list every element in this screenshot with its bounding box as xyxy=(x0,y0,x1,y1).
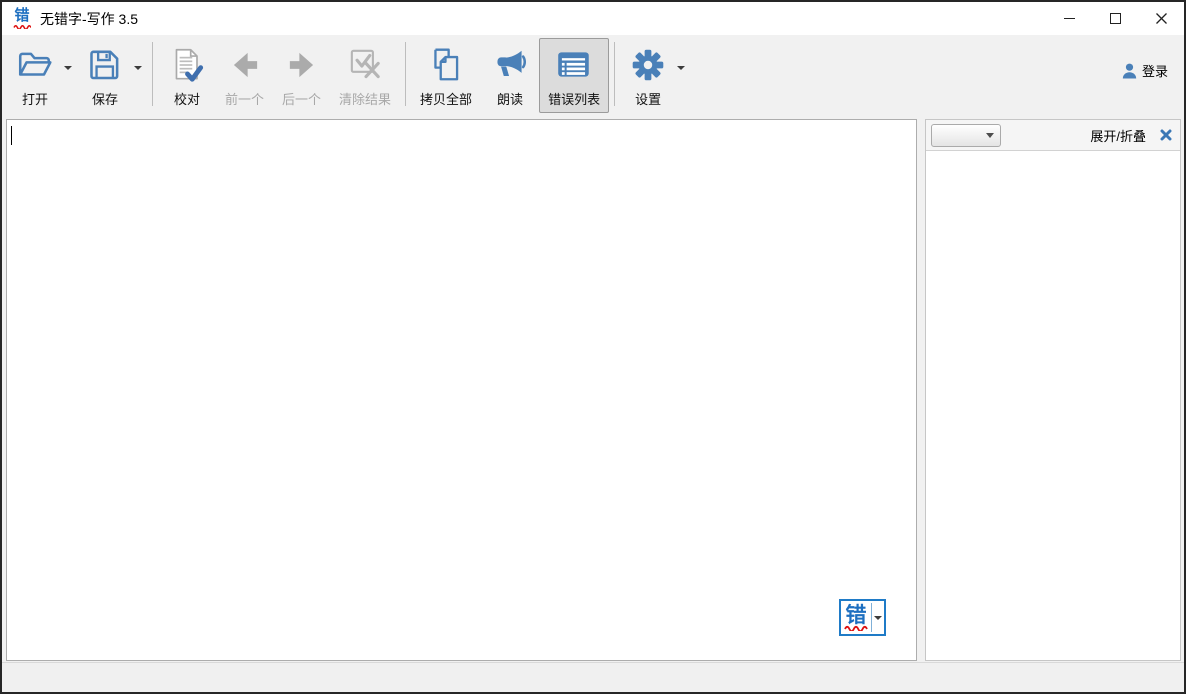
toolbar-button-copy-all[interactable]: 拷贝全部 xyxy=(411,38,481,113)
minimize-icon xyxy=(1063,18,1075,19)
error-list-body xyxy=(926,152,1180,660)
toolbar-separator xyxy=(614,42,616,106)
error-marker-main[interactable]: 错 xyxy=(841,601,871,634)
toolbar-button-error-list[interactable]: 错误列表 xyxy=(539,38,610,113)
toolbar-button-open[interactable]: 打开 xyxy=(7,38,77,113)
chevron-down-icon xyxy=(986,132,994,138)
login-button[interactable]: 登录 xyxy=(1122,61,1168,80)
red-wavy-underline xyxy=(844,625,868,631)
toolbar-button-previous[interactable]: 前一个 xyxy=(216,38,273,113)
red-wavy-underline xyxy=(13,24,31,29)
error-marker-split-button[interactable]: 错 xyxy=(839,599,886,636)
error-type-dropdown[interactable] xyxy=(931,123,1001,147)
editor-text-area[interactable]: 错 xyxy=(6,119,917,661)
window-title: 无错字-写作 3.5 xyxy=(40,10,139,27)
close-icon xyxy=(1155,13,1167,24)
toolbar-separator xyxy=(152,42,153,106)
toolbar-button-save[interactable]: 保存 xyxy=(77,38,147,113)
clear-results-icon xyxy=(350,49,380,79)
save-icon xyxy=(90,50,119,80)
close-icon xyxy=(1160,129,1172,141)
next-arrow-icon xyxy=(289,52,313,78)
minimize-button[interactable] xyxy=(1046,2,1092,35)
maximize-button[interactable] xyxy=(1092,2,1138,35)
error-list-panel: 展开/折叠 xyxy=(925,119,1181,661)
toolbar-separator xyxy=(405,42,407,106)
open-dropdown-arrow-icon[interactable] xyxy=(64,66,72,70)
toolbar: 打开 保存 校对 前一个 后一个 清除结果 拷贝全部 朗读 错误列表 设置 登录 xyxy=(2,35,1184,117)
app-window: 错 无错字-写作 3.5 打开 保存 校对 前一个 后一个 清除结果 拷贝全部 … xyxy=(0,0,1186,694)
title-bar: 错 无错字-写作 3.5 xyxy=(2,2,1184,35)
open-folder-icon xyxy=(18,52,52,76)
window-controls xyxy=(1046,2,1184,35)
maximize-icon xyxy=(1109,13,1121,24)
expand-collapse-button[interactable]: 展开/折叠 xyxy=(1090,126,1146,145)
toolbar-button-read-aloud[interactable]: 朗读 xyxy=(481,38,539,113)
previous-arrow-icon xyxy=(233,52,257,78)
toolbar-button-clear-results[interactable]: 清除结果 xyxy=(330,38,400,113)
main-area: 错 展开/折叠 xyxy=(2,117,1184,662)
close-button[interactable] xyxy=(1138,2,1184,35)
copy-all-icon xyxy=(434,48,459,81)
toolbar-button-settings[interactable]: 设置 xyxy=(620,38,690,113)
error-marker-dropdown[interactable] xyxy=(872,601,884,634)
error-list-icon xyxy=(558,52,589,77)
panel-close-button[interactable] xyxy=(1160,129,1172,141)
save-dropdown-arrow-icon[interactable] xyxy=(134,66,142,70)
settings-gear-icon xyxy=(632,49,664,81)
user-icon xyxy=(1122,63,1137,78)
proofread-icon xyxy=(175,48,204,82)
error-list-panel-header: 展开/折叠 xyxy=(926,120,1180,151)
text-cursor xyxy=(11,126,12,145)
chevron-down-icon xyxy=(874,615,882,620)
toolbar-button-proofread[interactable]: 校对 xyxy=(158,38,216,113)
status-bar xyxy=(2,662,1184,692)
toolbar-button-next[interactable]: 后一个 xyxy=(273,38,330,113)
app-logo-icon: 错 xyxy=(11,7,33,31)
read-aloud-icon xyxy=(497,50,527,77)
settings-dropdown-arrow-icon[interactable] xyxy=(677,66,686,70)
